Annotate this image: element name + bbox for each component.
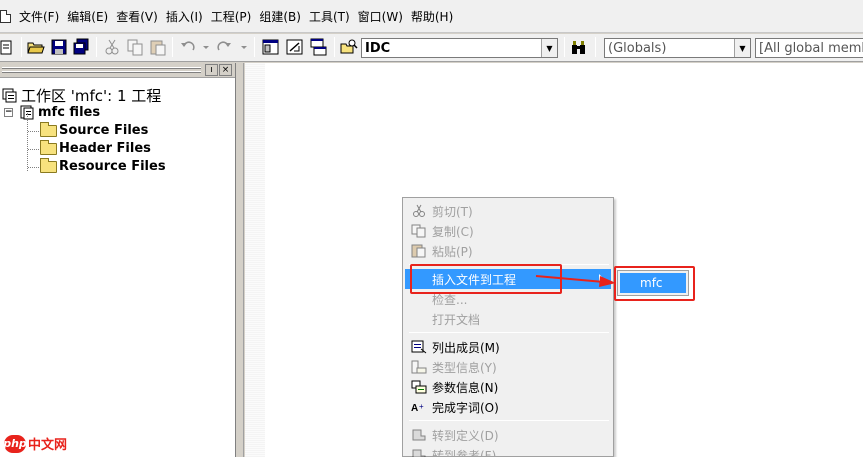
toolbar-separator: [334, 37, 335, 57]
drag-grip[interactable]: [2, 67, 201, 69]
paste-icon[interactable]: [149, 38, 167, 56]
folder-icon: [40, 139, 57, 155]
menu-help[interactable]: 帮助(H): [407, 8, 457, 25]
menu-item-type-info[interactable]: 类型信息(Y): [405, 357, 611, 377]
globals-combo-value: (Globals): [608, 40, 667, 56]
menu-project[interactable]: 工程(P): [207, 8, 256, 25]
php-logo: php: [3, 434, 27, 453]
menu-item-cut[interactable]: 剪切(T): [405, 201, 611, 221]
windows-list-icon[interactable]: [309, 38, 327, 56]
workspace-root-label: 工作区 'mfc': 1 工程: [21, 87, 162, 105]
redo-dropdown-icon[interactable]: [235, 38, 247, 56]
members-combo-value: [All global memb: [759, 40, 863, 56]
menu-view[interactable]: 查看(V): [112, 8, 162, 25]
menu-item-copy[interactable]: 复制(C): [405, 221, 611, 241]
menu-file[interactable]: 文件(F): [15, 8, 63, 25]
parameter-info-icon: [411, 380, 427, 394]
find-in-files-icon[interactable]: [340, 38, 358, 56]
chevron-down-icon[interactable]: ▼: [541, 39, 557, 57]
chevron-down-icon[interactable]: ▼: [734, 39, 750, 57]
editor-margin: [245, 63, 265, 457]
copy-icon: [411, 224, 426, 238]
svg-text:+: +: [419, 402, 424, 411]
list-members-icon: [411, 340, 427, 354]
menu-bar: 文件(F) 编辑(E) 查看(V) 插入(I) 工程(P) 组建(B) 工具(T…: [0, 0, 863, 33]
tree-connector: [28, 131, 39, 132]
members-combo[interactable]: [All global memb: [755, 38, 863, 58]
collapse-icon[interactable]: −: [4, 108, 13, 117]
menu-insert[interactable]: 插入(I): [162, 8, 207, 25]
goto-reference-icon: [412, 449, 426, 457]
folder-label: Source Files: [59, 123, 149, 138]
complete-word-icon: A +: [411, 402, 424, 414]
folder-label: Resource Files: [59, 159, 166, 174]
workspace-window-icon[interactable]: [262, 38, 280, 56]
menu-item-list-members[interactable]: 列出成员(M): [405, 337, 611, 357]
context-menu: 剪切(T) 复制(C) 粘贴(P) 插入文件到工程 检查... 打开文档 列出成…: [402, 197, 614, 457]
menu-item-open-document[interactable]: 打开文档: [405, 309, 611, 329]
folder-icon: [40, 157, 57, 173]
cut-icon[interactable]: [103, 38, 121, 56]
splitter[interactable]: [237, 63, 244, 457]
drag-grip[interactable]: [2, 71, 201, 73]
toolbar-separator: [172, 37, 173, 57]
watermark: php 中文网: [3, 434, 68, 453]
tree-workspace-root[interactable]: 工作区 'mfc': 1 工程: [2, 85, 161, 106]
toolbar-separator: [595, 37, 596, 57]
new-file-icon[interactable]: [0, 38, 18, 56]
folder-label: Header Files: [59, 141, 151, 156]
menu-item-goto-reference[interactable]: 转到参考(F): [405, 445, 611, 457]
menu-separator: [409, 420, 609, 421]
annotation-box-mfc: [614, 266, 695, 301]
tree-folder-source[interactable]: Source Files: [40, 121, 149, 138]
workspace-icon: [2, 88, 17, 103]
paste-icon: [411, 244, 426, 258]
copy-icon[interactable]: [126, 38, 144, 56]
annotation-arrow-icon: [535, 275, 616, 287]
menu-separator: [409, 332, 609, 333]
tree-folder-header[interactable]: Header Files: [40, 139, 151, 156]
toolbar: IDC ▼ (Globals) ▼ [All global memb: [0, 34, 863, 62]
project-label: mfc files: [38, 105, 101, 120]
workspace-pane: ı × 工作区 'mfc': 1 工程 − mfc files Source F…: [0, 63, 236, 457]
menu-edit[interactable]: 编辑(E): [63, 8, 112, 25]
toolbar-separator: [254, 37, 255, 57]
document-icon[interactable]: [0, 9, 11, 23]
toolbar-separator: [564, 37, 565, 57]
tree-connector: [28, 167, 39, 168]
workspace-titlebar[interactable]: ı ×: [0, 63, 235, 78]
type-info-icon: [411, 360, 427, 374]
redo-icon[interactable]: [215, 38, 233, 56]
globals-combo[interactable]: (Globals) ▼: [604, 38, 751, 58]
id-combo[interactable]: IDC ▼: [361, 38, 558, 58]
menu-build[interactable]: 组建(B): [255, 8, 305, 25]
pin-button[interactable]: ı: [205, 64, 218, 76]
output-window-icon[interactable]: [286, 38, 304, 56]
tree-connector: [28, 149, 39, 150]
undo-icon[interactable]: [179, 38, 197, 56]
undo-dropdown-icon[interactable]: [197, 38, 209, 56]
cut-icon: [413, 204, 425, 217]
close-pane-button[interactable]: ×: [219, 64, 232, 76]
goto-definition-icon: [412, 429, 426, 441]
menu-item-complete-word[interactable]: A + 完成字词(O): [405, 397, 611, 417]
save-icon[interactable]: [50, 38, 68, 56]
folder-icon: [40, 121, 57, 137]
svg-text:A: A: [411, 403, 418, 414]
menu-item-parameter-info[interactable]: 参数信息(N): [405, 377, 611, 397]
save-all-icon[interactable]: [72, 38, 90, 56]
menu-window[interactable]: 窗口(W): [354, 8, 407, 25]
tree-folder-resource[interactable]: Resource Files: [40, 157, 166, 174]
open-folder-icon[interactable]: [27, 38, 45, 56]
id-combo-value: IDC: [365, 40, 391, 56]
watermark-text: 中文网: [28, 438, 68, 453]
tree-project-node[interactable]: − mfc files: [4, 105, 100, 120]
tree-connector: [27, 113, 28, 171]
find-binoculars-icon[interactable]: [570, 38, 588, 56]
menu-item-goto-definition[interactable]: 转到定义(D): [405, 425, 611, 445]
menu-item-paste[interactable]: 粘贴(P): [405, 241, 611, 261]
menu-tools[interactable]: 工具(T): [305, 8, 354, 25]
toolbar-separator: [96, 37, 97, 57]
toolbar-separator: [21, 37, 22, 57]
